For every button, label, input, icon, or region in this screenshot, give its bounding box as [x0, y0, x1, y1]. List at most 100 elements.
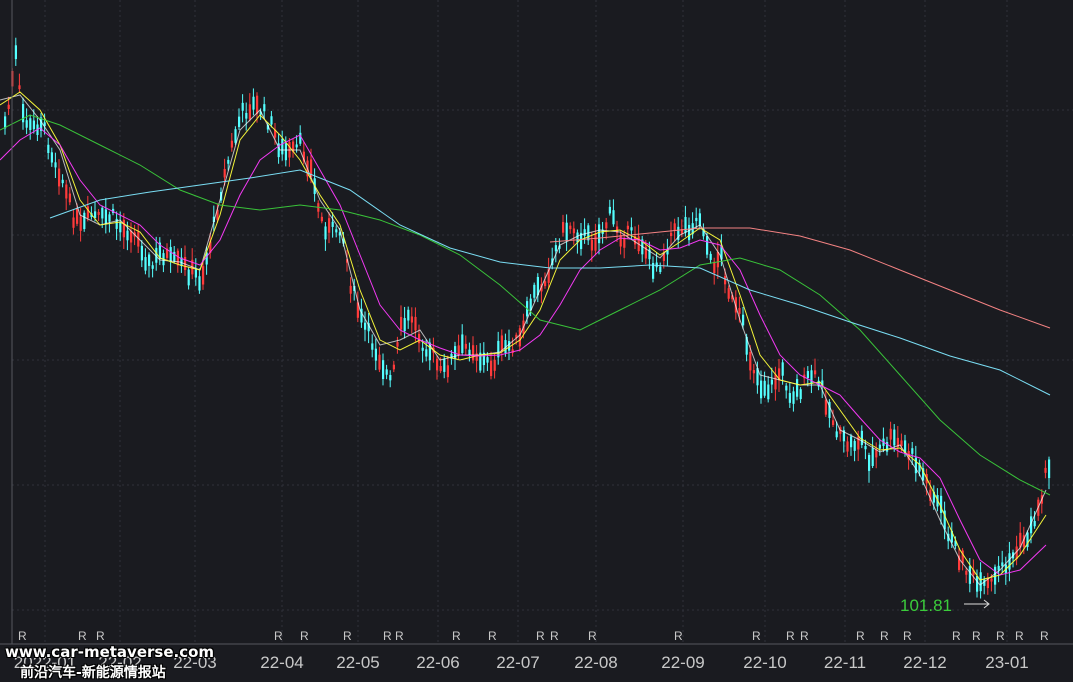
r-marker-1: R	[78, 629, 87, 643]
candle-body-53	[194, 269, 197, 278]
candle-body-28	[104, 209, 107, 225]
candle-body-114	[414, 316, 417, 331]
candle-body-190	[688, 224, 691, 241]
candle-body-289	[1044, 467, 1047, 473]
r-marker-8: R	[452, 629, 461, 643]
candle-body-105	[382, 360, 385, 380]
candle-body-217	[785, 385, 788, 391]
x-tick-label-9: 22-10	[743, 653, 786, 672]
candle-body-81	[295, 144, 298, 148]
x-tick-label-7: 22-08	[574, 653, 617, 672]
candle-body-90	[328, 218, 331, 233]
candle-body-54	[198, 276, 201, 291]
r-marker-9: R	[488, 629, 497, 643]
candle-body-193	[698, 213, 701, 226]
candle-body-20	[76, 208, 79, 224]
candle-body-221	[799, 389, 802, 400]
candle-body-104	[378, 354, 381, 370]
candle-body-241	[871, 448, 874, 467]
x-tick-label-12: 23-01	[985, 653, 1028, 672]
candle-body-29	[108, 214, 111, 222]
candle-body-63	[230, 140, 233, 148]
candle-body-13	[50, 152, 53, 163]
candle-body-224	[810, 370, 813, 384]
candle-body-240	[868, 455, 871, 471]
candle-body-247	[893, 429, 896, 446]
candle-body-143	[518, 328, 521, 347]
candle-body-116	[421, 347, 424, 351]
candle-body-123	[446, 365, 449, 378]
candle-body-64	[234, 129, 237, 143]
candle-body-136	[493, 359, 496, 371]
candle-body-165	[598, 224, 601, 244]
candle-body-236	[853, 440, 856, 451]
r-marker-0: R	[18, 629, 27, 643]
candle-body-8	[32, 120, 35, 130]
candle-body-14	[54, 162, 57, 168]
candle-body-168	[608, 206, 611, 214]
candle-body-210	[760, 380, 763, 399]
candle-body-117	[425, 349, 428, 357]
candle-body-286	[1033, 520, 1036, 527]
candle-body-127	[461, 334, 464, 354]
chart-background	[0, 0, 1073, 682]
candle-body-74	[270, 116, 273, 125]
candle-body-150	[544, 281, 547, 287]
candle-body-115	[418, 333, 421, 344]
candle-body-243	[878, 444, 881, 449]
candle-body-62	[227, 159, 230, 164]
candle-body-65	[238, 116, 241, 127]
candle-body-214	[774, 374, 777, 390]
r-marker-2: R	[96, 629, 105, 643]
candle-body-3	[14, 45, 17, 60]
candle-body-235	[850, 436, 853, 448]
candle-body-107	[389, 374, 392, 381]
candle-body-158	[572, 228, 575, 234]
candle-body-108	[392, 364, 395, 370]
candle-body-216	[781, 362, 784, 376]
candle-body-27	[101, 207, 104, 219]
candle-body-182	[659, 266, 662, 273]
candle-body-12	[47, 144, 50, 153]
candle-body-134	[486, 357, 489, 363]
candle-body-213	[770, 379, 773, 385]
candle-body-77	[281, 138, 284, 155]
candle-body-267	[965, 570, 968, 575]
candle-body-66	[241, 102, 244, 111]
candle-body-201	[727, 288, 730, 299]
candle-body-208	[752, 370, 755, 374]
r-marker-6: R	[383, 629, 392, 643]
candle-body-120	[436, 358, 439, 371]
candle-body-4	[18, 85, 21, 90]
candle-body-157	[569, 225, 572, 230]
candle-body-51	[187, 269, 190, 286]
candle-body-92	[335, 229, 338, 233]
candle-body-197	[713, 261, 716, 274]
candle-body-252	[911, 448, 914, 454]
candle-body-88	[320, 216, 323, 222]
r-marker-12: R	[588, 629, 597, 643]
r-marker-5: R	[343, 629, 352, 643]
candle-body-26	[97, 211, 100, 215]
candle-body-126	[457, 345, 460, 355]
r-marker-21: R	[972, 629, 981, 643]
candle-body-19	[72, 217, 75, 228]
candle-body-7	[29, 118, 32, 130]
x-tick-label-11: 22-12	[903, 653, 946, 672]
candle-body-23	[86, 206, 89, 218]
candle-body-89	[324, 226, 327, 240]
x-tick-label-4: 22-05	[336, 653, 379, 672]
x-tick-label-5: 22-06	[416, 653, 459, 672]
candle-body-169	[612, 210, 615, 225]
candle-body-268	[968, 566, 971, 584]
stock-kline-chart: RRRRRRRRRRRRRRRRRRRRRRRRR 101.81 2022-01…	[0, 0, 1073, 682]
candle-body-46	[169, 247, 172, 262]
candle-body-113	[410, 316, 413, 323]
r-marker-17: R	[856, 629, 865, 643]
r-marker-20: R	[952, 629, 961, 643]
candle-body-121	[439, 365, 442, 372]
candle-body-17	[65, 184, 68, 199]
r-marker-10: R	[536, 629, 545, 643]
r-marker-3: R	[274, 629, 283, 643]
candle-body-135	[490, 360, 493, 377]
